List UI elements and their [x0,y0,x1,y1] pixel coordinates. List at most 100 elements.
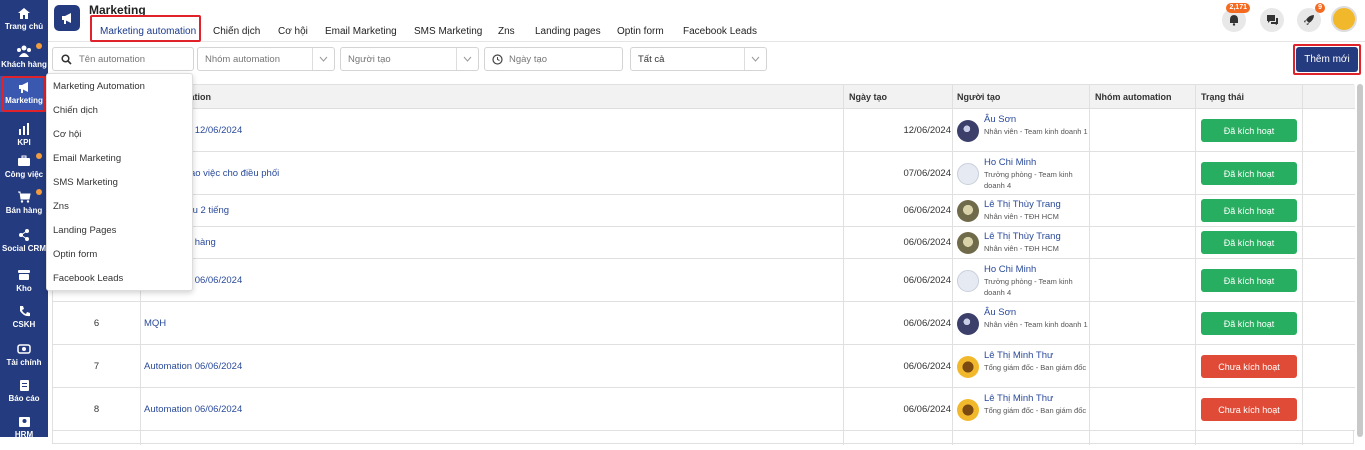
phone-icon [18,302,31,320]
menu-item-sms-marketing[interactable]: SMS Marketing [53,177,118,188]
menu-item-facebook-leads[interactable]: Facebook Leads [53,273,123,284]
created-date: 07/06/2024 [903,168,951,179]
report-icon [19,376,30,394]
column-header-status: Trạng thái [1201,92,1245,102]
marketing-logo-button[interactable] [54,5,80,31]
column-header-creator: Người tạo [957,92,1001,102]
table-row[interactable]: Automation 06/06/2024 06/06/2024 Ho Chi Mi… [53,259,1355,302]
sidebar-item-home[interactable]: Trang chủ [0,4,48,42]
highlight-box [1293,44,1361,75]
name-search-input[interactable]: Tên automation [52,47,194,71]
tab-email-marketing[interactable]: Email Marketing [325,26,397,37]
creator-avatar [957,120,979,142]
notification-dot [36,189,42,195]
scrollbar[interactable] [1357,84,1363,437]
users-icon [16,42,32,60]
status-badge[interactable]: Chưa kích hoạt [1201,398,1297,421]
status-select-value: Tất cả [638,53,665,65]
sidebar-item-tasks[interactable]: Công việc [0,152,48,190]
menu-item-zns[interactable]: Zns [53,201,69,212]
date-picker[interactable]: Ngày tạo [484,47,623,71]
chat-button[interactable] [1260,8,1284,32]
status-select[interactable]: Tất cả [630,47,767,71]
rocket-icon [1304,15,1314,25]
notification-button[interactable]: 2,171 [1222,3,1250,32]
table-row[interactable]: Tự động giao việc cho điều phối 07/06/202… [53,152,1355,195]
creator-name-link[interactable]: Ho Chi Minh [984,157,1036,168]
tab-optin-form[interactable]: Optin form [617,26,664,37]
created-date: 06/06/2024 [903,237,951,248]
group-select[interactable]: Nhóm automation [197,47,335,71]
creator-name-link[interactable]: Lê Thị Minh Thư [984,393,1053,404]
table-row[interactable]: 6 MQH 06/06/2024 Âu Sơn Nhân viên - Team kin… [53,302,1355,345]
automation-name-link[interactable]: Automation 06/06/2024 [144,361,242,372]
status-badge[interactable]: Đã kích hoạt [1201,312,1297,335]
sidebar-item-reports[interactable]: Báo cáo [0,376,48,414]
table-row[interactable]: Khách mua hàng06/06/2024Lê Thị Thùy Tran… [53,227,1355,259]
tab-zns[interactable]: Zns [498,26,515,37]
tab-sms-marketing[interactable]: SMS Marketing [414,26,482,37]
created-date: 06/06/2024 [903,361,951,372]
status-badge[interactable]: Đã kích hoạt [1201,269,1297,292]
creator-name-link[interactable]: Lê Thị Minh Thư [984,350,1053,361]
created-date: 06/06/2024 [903,205,951,216]
sidebar-item-label: HRM [14,430,34,439]
creator-name-link[interactable]: Âu Sơn [984,307,1016,318]
sidebar-item-cskh[interactable]: CSKH [0,302,48,340]
created-date: 12/06/2024 [903,125,951,136]
megaphone-icon [62,13,71,24]
status-badge[interactable]: Đã kích hoạt [1201,162,1297,185]
creator-name-link[interactable]: Lê Thị Thùy Trang [984,199,1061,210]
menu-item-marketing-automation[interactable]: Marketing Automation [53,81,145,92]
status-badge[interactable]: Đã kích hoạt [1201,231,1297,254]
table-header: Tên automation Ngày tạo Người tạo Nhóm a… [53,85,1355,109]
warehouse-icon [17,266,31,284]
status-badge[interactable]: Chưa kích hoạt [1201,355,1297,378]
chat-icon [1266,15,1278,25]
tab-facebook-leads[interactable]: Facebook Leads [683,26,757,37]
creator-select[interactable]: Người tạo [340,47,479,71]
sidebar-item-hrm[interactable]: HRM [0,412,48,450]
hrm-icon [18,412,31,430]
status-badge[interactable]: Đã kích hoạt [1201,199,1297,222]
menu-item-landing-pages[interactable]: Landing Pages [53,225,116,236]
table-row[interactable]: 8 Automation 06/06/2024 06/06/2024 Lê Thị M… [53,388,1355,431]
menu-item-campaigns[interactable]: Chiến dịch [53,105,98,116]
rocket-badge: 9 [1315,3,1325,13]
user-avatar[interactable] [1331,6,1357,32]
tab-landing-pages[interactable]: Landing pages [535,26,601,37]
table-row[interactable]: 7 Automation 06/06/2024 06/06/2024 Lê Thị M… [53,345,1355,388]
rocket-button[interactable]: 9 [1297,3,1325,32]
automation-name-link[interactable]: Automation 06/06/2024 [144,404,242,415]
creator-name-link[interactable]: Ho Chi Minh [984,264,1036,275]
tab-opportunities[interactable]: Cơ hội [278,26,308,37]
table-row[interactable]: Gửi mail sau 2 tiếng06/06/2024Lê Thị Thù… [53,195,1355,227]
column-header-group: Nhóm automation [1095,92,1172,102]
notification-dot [36,43,42,49]
sidebar-item-customers[interactable]: Khách hàng [0,42,48,80]
menu-item-optin-form[interactable]: Optin form [53,249,97,260]
tab-campaigns[interactable]: Chiến dịch [213,26,260,37]
chevron-down-icon [744,48,766,70]
creator-role: Tổng giám đốc - Ban giám đốc [984,406,1087,415]
menu-item-opportunities[interactable]: Cơ hội [53,129,81,140]
column-header-date: Ngày tạo [849,92,888,102]
created-date: 06/06/2024 [903,275,951,286]
creator-avatar [957,313,979,335]
menu-item-email-marketing[interactable]: Email Marketing [53,153,121,164]
automation-name-link[interactable]: MQH [144,318,166,329]
column-divider [1089,85,1090,445]
creator-avatar [957,356,979,378]
creator-name-link[interactable]: Lê Thị Thùy Trang [984,231,1061,242]
sidebar-item-sales[interactable]: Bán hàng [0,188,48,226]
sidebar-item-finance[interactable]: Tài chính [0,340,48,378]
status-badge[interactable]: Đã kích hoạt [1201,119,1297,142]
creator-avatar [957,163,979,185]
table-row[interactable]: Automation 12/06/2024 12/06/2024 Âu Sơn Nhâ… [53,109,1355,152]
creator-name-link[interactable]: Âu Sơn [984,114,1016,125]
sidebar-item-warehouse[interactable]: Kho [0,266,48,304]
sidebar-item-label: Trang chủ [4,22,44,31]
creator-avatar [957,232,979,254]
sidebar-item-social-crm[interactable]: Social CRM [0,226,48,264]
top-bar: Marketing Marketing automation Chiến dịc… [48,0,1365,42]
